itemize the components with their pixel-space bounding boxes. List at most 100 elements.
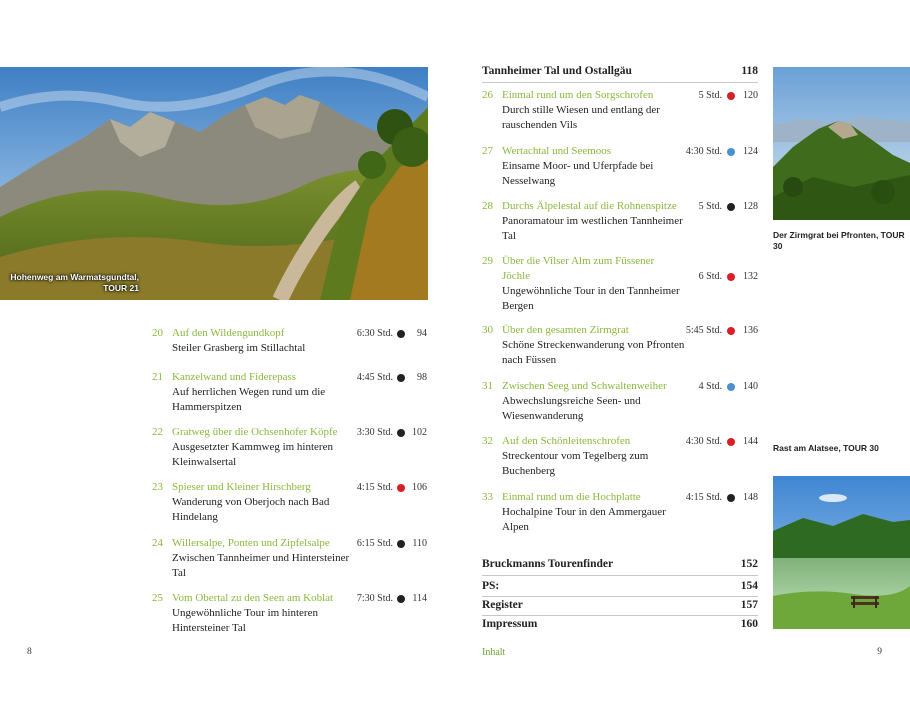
tour-description: Panoramatour im westlichen Tannheimer Ta…: [502, 215, 683, 242]
tour-duration: 4 Std.: [698, 381, 722, 392]
tour-number: 33: [482, 491, 493, 503]
difficulty-dot-icon: [727, 203, 735, 211]
section-page-number: 118: [741, 65, 758, 77]
tour-title[interactable]: Gratweg über die Ochsenhofer Köpfe: [172, 425, 338, 440]
tour-entry[interactable]: 28 Durchs Älpelestal auf die Rohnenspitz…: [482, 199, 758, 244]
tour-page-number: 136: [743, 325, 758, 336]
tour-page-number: 144: [743, 436, 758, 447]
tour-number: 24: [152, 537, 163, 549]
tour-title[interactable]: Auf den Wildengundkopf: [172, 326, 284, 341]
tour-title[interactable]: Einmal rund um den Sorgschrofen: [502, 88, 653, 103]
tour-number: 28: [482, 200, 493, 212]
back-matter-entry[interactable]: Bruckmanns Tourenfinder 152: [482, 557, 758, 572]
tour-duration: 5 Std.: [698, 201, 722, 212]
tour-entry[interactable]: 31 Zwischen Seeg und Schwaltenweiher 4 S…: [482, 379, 758, 424]
difficulty-dot-icon: [727, 494, 735, 502]
difficulty-dot-icon: [397, 330, 405, 338]
tour-number: 31: [482, 380, 493, 392]
tour-page-number: 110: [412, 538, 427, 549]
tour-description: Abwechslungsreiche Seen- und Wiesenwande…: [502, 395, 641, 422]
tour-number: 23: [152, 481, 163, 493]
mountain-trail-photo: [0, 67, 428, 300]
photo-caption: Der Zirmgrat bei Pfronten, TOUR 30: [773, 230, 905, 251]
tour-title[interactable]: Über den gesamten Zirmgrat: [502, 323, 629, 338]
tour-description: Zwischen Tannheimer und Hintersteiner Ta…: [172, 552, 350, 579]
tour-duration: 4:15 Std.: [356, 482, 393, 493]
tour-entry[interactable]: 26 Einmal rund um den Sorgschrofen 5 Std…: [482, 88, 758, 133]
back-matter-label: PS:: [482, 580, 500, 592]
back-matter-page: 154: [740, 580, 758, 592]
alatsee-photo: [773, 476, 910, 629]
tour-description: Wanderung von Oberjoch nach Bad Hindelan…: [172, 496, 330, 523]
tour-description: Ungewöhnliche Tour in den Tannheimer Ber…: [502, 285, 680, 312]
back-matter-entry[interactable]: PS: 154: [482, 579, 758, 594]
section-heading[interactable]: Tannheimer Tal und Ostallgäu 118: [482, 64, 758, 79]
tour-entry[interactable]: 21 Kanzelwand und Fiderepass 4:45 Std. 9…: [152, 370, 427, 415]
divider: [482, 615, 758, 616]
tour-page-number: 102: [412, 427, 427, 438]
tour-description: Auf herrlichen Wegen rund um die Hammers…: [172, 386, 326, 413]
right-page: Tannheimer Tal und Ostallgäu 118 26 Einm…: [455, 0, 910, 728]
tour-entry[interactable]: 20 Auf den Wildengundkopf 6:30 Std. 94 S…: [152, 326, 427, 356]
tour-page-number: 124: [743, 146, 758, 157]
section-title: Tannheimer Tal und Ostallgäu: [482, 65, 632, 77]
tour-page-number: 148: [743, 492, 758, 503]
tour-number: 32: [482, 435, 493, 447]
back-matter-entry[interactable]: Impressum 160: [482, 617, 758, 632]
book-spread: Hohenweg am Warmatsgundtal, TOUR 21 20 A…: [0, 0, 910, 728]
back-matter-label: Register: [482, 599, 523, 611]
difficulty-dot-icon: [397, 540, 405, 548]
page-number: 8: [27, 647, 32, 657]
tour-page-number: 128: [743, 201, 758, 212]
tour-number: 30: [482, 324, 493, 336]
photo-caption: Hohenweg am Warmatsgundtal, TOUR 21: [10, 272, 139, 293]
tour-entry[interactable]: 22 Gratweg über die Ochsenhofer Köpfe 3:…: [152, 425, 427, 470]
tour-description: Ungewöhnliche Tour im hinteren Hinterste…: [172, 607, 318, 634]
tour-page-number: 132: [743, 271, 758, 282]
tour-title[interactable]: Spieser und Kleiner Hirschberg: [172, 480, 311, 495]
difficulty-dot-icon: [727, 273, 735, 281]
tour-entry[interactable]: 30 Über den gesamten Zirmgrat 5:45 Std. …: [482, 323, 758, 368]
tour-duration: 6:15 Std.: [356, 538, 393, 549]
tour-entry[interactable]: 27 Wertachtal und Seemoos 4:30 Std. 124 …: [482, 144, 758, 189]
tour-entry[interactable]: 33 Einmal rund um die Hochplatte 4:15 St…: [482, 490, 758, 535]
tour-page-number: 98: [417, 372, 427, 383]
tour-duration: 4:45 Std.: [356, 372, 393, 383]
tour-duration: 7:30 Std.: [356, 593, 393, 604]
tour-number: 29: [482, 255, 493, 267]
tour-title[interactable]: Auf den Schönleitenschrofen: [502, 434, 630, 449]
back-matter-entry[interactable]: Register 157: [482, 598, 758, 613]
tour-title[interactable]: Zwischen Seeg und Schwaltenweiher: [502, 379, 667, 394]
difficulty-dot-icon: [397, 595, 405, 603]
tour-description: Ausgesetzter Kammweg im hinteren Kleinwa…: [172, 441, 333, 468]
back-matter-label: Bruckmanns Tourenfinder: [482, 558, 614, 570]
tour-title[interactable]: Wertachtal und Seemoos: [502, 144, 611, 159]
tour-title[interactable]: Willersalpe, Ponten und Zipfelsalpe: [172, 536, 330, 551]
tour-duration: 4:30 Std.: [685, 436, 722, 447]
tour-title[interactable]: Einmal rund um die Hochplatte: [502, 490, 641, 505]
tour-entry[interactable]: 24 Willersalpe, Ponten und Zipfelsalpe 6…: [152, 536, 427, 581]
tour-description: Schöne Streckenwanderung von Pfronten na…: [502, 339, 685, 366]
tour-entry[interactable]: 25 Vom Obertal zu den Seen am Koblat 7:3…: [152, 591, 427, 636]
tour-title[interactable]: Durchs Älpelestal auf die Rohnenspitze: [502, 199, 677, 214]
tour-number: 22: [152, 426, 163, 438]
tour-entry[interactable]: 32 Auf den Schönleitenschrofen 4:30 Std.…: [482, 434, 758, 479]
tour-duration: 5:45 Std.: [685, 325, 722, 336]
back-matter-page: 157: [740, 599, 758, 611]
tour-title[interactable]: Vom Obertal zu den Seen am Koblat: [172, 591, 333, 606]
tour-title[interactable]: Über die Vilser Alm zum Füssener Jöchle: [502, 254, 682, 284]
tour-entry[interactable]: 29 Über die Vilser Alm zum Füssener Jöch…: [482, 254, 758, 314]
tour-duration: 6:30 Std.: [356, 328, 393, 339]
tour-description: Einsame Moor- und Uferpfade bei Nesselwa…: [502, 160, 654, 187]
tour-duration: 6 Std.: [698, 271, 722, 282]
tour-page-number: 140: [743, 381, 758, 392]
photo-caption: Rast am Alatsee, TOUR 30: [773, 443, 879, 453]
left-page: Hohenweg am Warmatsgundtal, TOUR 21 20 A…: [0, 0, 455, 728]
difficulty-dot-icon: [727, 383, 735, 391]
tour-page-number: 106: [412, 482, 427, 493]
back-matter-page: 152: [740, 558, 758, 570]
tour-entry[interactable]: 23 Spieser und Kleiner Hirschberg 4:15 S…: [152, 480, 427, 525]
tour-title[interactable]: Kanzelwand und Fiderepass: [172, 370, 296, 385]
tour-page-number: 120: [743, 90, 758, 101]
divider: [482, 596, 758, 597]
